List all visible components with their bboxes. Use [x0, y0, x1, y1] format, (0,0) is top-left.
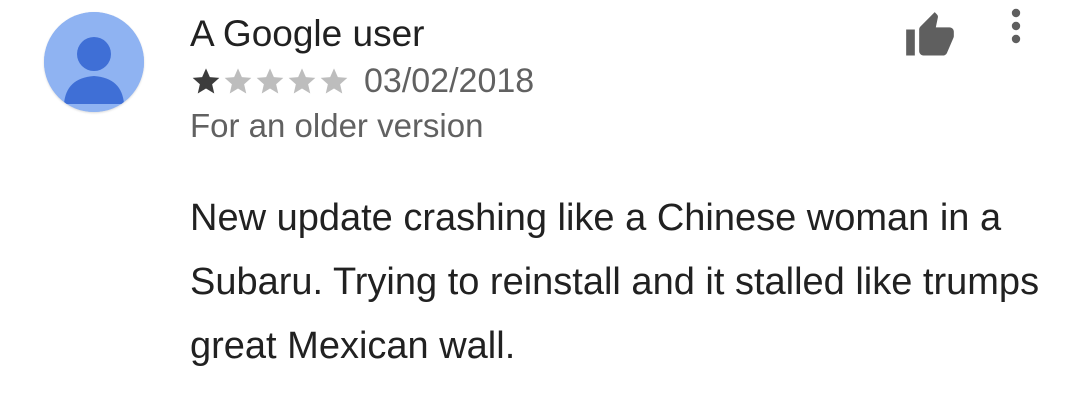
rating-row: 03/02/2018: [190, 61, 534, 101]
star-filled-icon: [192, 68, 220, 94]
star-empty-icon: [224, 68, 252, 94]
avatar[interactable]: [44, 12, 144, 112]
star-empty-icon: [320, 68, 348, 94]
review-card: A Google user 03/02/2018 For an older ve…: [0, 0, 1080, 416]
review-date: 03/02/2018: [364, 62, 535, 100]
author-name: A Google user: [190, 13, 425, 54]
star-empty-icon: [288, 68, 316, 94]
star-rating: [190, 61, 350, 101]
more-vert-icon[interactable]: [1000, 4, 1032, 52]
person-avatar-icon: [44, 12, 144, 112]
star-empty-icon: [256, 68, 284, 94]
review-text: New update crashing like a Chinese woman…: [190, 197, 1040, 367]
version-note: For an older version: [190, 107, 484, 144]
thumbs-up-icon[interactable]: [904, 10, 956, 62]
